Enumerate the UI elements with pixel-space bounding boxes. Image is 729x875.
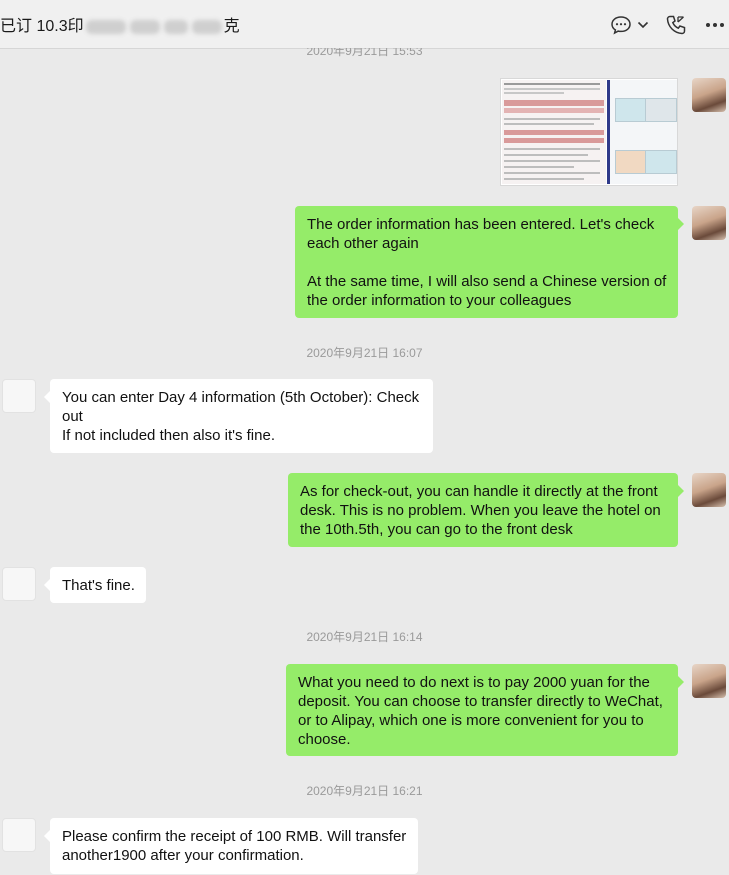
- timestamp: 2020年9月21日 16:21: [306, 784, 423, 798]
- self-avatar[interactable]: [692, 78, 726, 112]
- message-line: deposit. You can choose to transfer dire…: [298, 693, 663, 710]
- contact-avatar[interactable]: [2, 567, 36, 601]
- contact-avatar[interactable]: [2, 818, 36, 852]
- chat-bubble-icon[interactable]: [609, 14, 633, 36]
- message-line: Please confirm the receipt of 100 RMB. W…: [62, 828, 407, 845]
- redacted-blur: [163, 19, 188, 34]
- phone-icon[interactable]: [664, 14, 688, 36]
- chat-title-text: 已订 10.3印: [0, 18, 84, 35]
- timestamp: 2020年9月21日 16:14: [306, 630, 423, 644]
- message-line: out: [62, 408, 83, 425]
- timestamp: 2020年9月21日 16:07: [306, 346, 423, 360]
- message-line: choose.: [298, 731, 351, 748]
- more-icon[interactable]: [703, 14, 727, 36]
- redacted-blur: [85, 19, 126, 34]
- message-line: the order information to your colleagues: [307, 292, 572, 309]
- message-line: That's fine.: [62, 577, 135, 594]
- message-line: desk. This is no problem. When you leave…: [300, 502, 661, 519]
- image-message[interactable]: [500, 78, 678, 186]
- message-line: As for check-out, you can handle it dire…: [300, 483, 658, 500]
- chat-title-suffix: 克: [223, 18, 240, 35]
- sent-message[interactable]: The order information has been entered. …: [295, 206, 684, 318]
- message-line: The order information has been entered. …: [307, 216, 655, 233]
- message-line: At the same time, I will also send a Chi…: [307, 273, 667, 290]
- received-message[interactable]: That's fine.: [44, 567, 146, 603]
- received-message[interactable]: You can enter Day 4 information (5th Oct…: [44, 379, 433, 453]
- passport-thumbnails: [607, 80, 677, 184]
- timestamp: 2020年9月21日 15:53: [306, 48, 423, 58]
- message-line: the 10th.5th, you can go to the front de…: [300, 521, 573, 538]
- self-avatar[interactable]: [692, 664, 726, 698]
- redacted-blur: [129, 19, 160, 34]
- chevron-down-icon[interactable]: [634, 14, 652, 36]
- received-message[interactable]: Please confirm the receipt of 100 RMB. W…: [44, 818, 418, 874]
- sent-message[interactable]: What you need to do next is to pay 2000 …: [286, 664, 684, 756]
- message-list[interactable]: 2020年9月21日 15:53 The order information h…: [0, 48, 729, 875]
- redacted-blur: [191, 19, 222, 34]
- message-line: You can enter Day 4 information (5th Oct…: [62, 389, 420, 406]
- message-line: or to Alipay, which one is more convenie…: [298, 712, 644, 729]
- message-line: If not included then also it's fine.: [62, 427, 275, 444]
- chat-title: 已订 10.3印 克: [0, 12, 240, 36]
- document-thumbnail: [502, 80, 606, 184]
- message-line: What you need to do next is to pay 2000 …: [298, 674, 650, 691]
- chat-header: 已订 10.3印 克: [0, 0, 729, 49]
- sent-message[interactable]: As for check-out, you can handle it dire…: [288, 473, 684, 547]
- self-avatar[interactable]: [692, 473, 726, 507]
- contact-avatar[interactable]: [2, 379, 36, 413]
- self-avatar[interactable]: [692, 206, 726, 240]
- message-line: each other again: [307, 235, 419, 252]
- message-line: another1900 after your confirmation.: [62, 847, 304, 864]
